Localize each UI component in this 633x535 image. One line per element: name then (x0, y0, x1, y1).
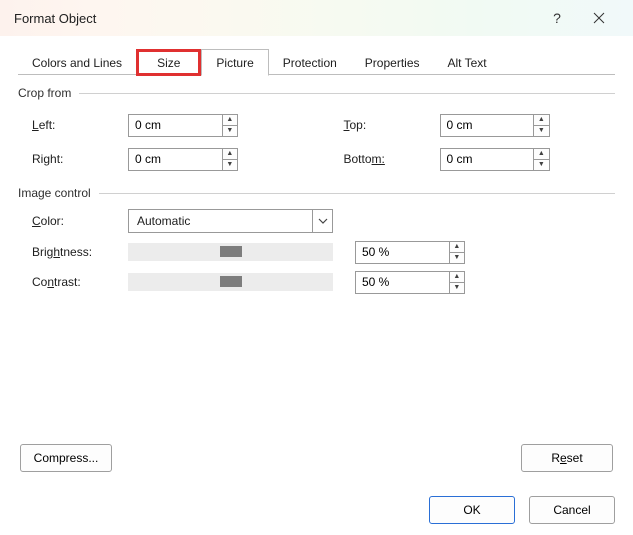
contrast-up[interactable]: ▲ (450, 272, 464, 283)
close-button[interactable] (577, 3, 621, 33)
crop-left-up[interactable]: ▲ (223, 115, 237, 126)
group-crop-from: Crop from (18, 86, 615, 100)
dialog-titlebar: Format Object ? (0, 0, 633, 36)
crop-right-field[interactable] (129, 149, 222, 170)
compress-button[interactable]: Compress... (20, 444, 112, 472)
color-label: Color: (32, 214, 118, 228)
tab-properties[interactable]: Properties (351, 49, 434, 76)
crop-bottom-down[interactable]: ▼ (534, 160, 548, 170)
crop-bottom-input[interactable]: ▲▼ (440, 148, 550, 171)
dialog-title: Format Object (14, 11, 537, 26)
crop-right-input[interactable]: ▲▼ (128, 148, 238, 171)
dialog-button-bar: OK Cancel (0, 486, 633, 524)
brightness-label: Brightness: (32, 245, 118, 259)
contrast-slider[interactable] (128, 273, 333, 291)
crop-top-input[interactable]: ▲▼ (440, 114, 550, 137)
tab-picture[interactable]: Picture (201, 49, 268, 76)
group-crop-from-label: Crop from (18, 86, 71, 100)
brightness-input[interactable]: ▲▼ (355, 241, 465, 264)
tabstrip: Colors and Lines Size Picture Protection… (18, 48, 615, 76)
crop-bottom-label: Bottom: (344, 152, 430, 166)
divider (79, 93, 615, 94)
crop-left-label: Left: (32, 118, 118, 132)
crop-top-down[interactable]: ▼ (534, 126, 548, 136)
color-select[interactable]: Automatic (128, 209, 333, 233)
crop-top-up[interactable]: ▲ (534, 115, 548, 126)
crop-right-up[interactable]: ▲ (223, 149, 237, 160)
close-icon (593, 12, 605, 24)
divider (99, 193, 615, 194)
brightness-down[interactable]: ▼ (450, 253, 464, 263)
crop-right-label: Right: (32, 152, 118, 166)
color-select-dropdown[interactable] (312, 210, 332, 232)
cancel-button[interactable]: Cancel (529, 496, 615, 524)
brightness-up[interactable]: ▲ (450, 242, 464, 253)
ok-button[interactable]: OK (429, 496, 515, 524)
crop-top-field[interactable] (441, 115, 534, 136)
crop-bottom-up[interactable]: ▲ (534, 149, 548, 160)
crop-left-down[interactable]: ▼ (223, 126, 237, 136)
contrast-label: Contrast: (32, 275, 118, 289)
brightness-slider[interactable] (128, 243, 333, 261)
color-select-value: Automatic (129, 214, 312, 228)
contrast-down[interactable]: ▼ (450, 283, 464, 293)
dialog-body: Colors and Lines Size Picture Protection… (0, 36, 633, 486)
tab-alt-text[interactable]: Alt Text (434, 49, 501, 76)
reset-button[interactable]: Reset (521, 444, 613, 472)
help-button[interactable]: ? (537, 3, 577, 33)
tab-colors-and-lines[interactable]: Colors and Lines (18, 49, 136, 76)
tab-protection[interactable]: Protection (269, 49, 351, 76)
contrast-field[interactable] (356, 272, 449, 293)
brightness-field[interactable] (356, 242, 449, 263)
brightness-slider-thumb[interactable] (220, 246, 242, 257)
crop-bottom-field[interactable] (441, 149, 534, 170)
crop-right-down[interactable]: ▼ (223, 160, 237, 170)
contrast-slider-thumb[interactable] (220, 276, 242, 287)
tab-size[interactable]: Size (136, 49, 201, 76)
crop-left-field[interactable] (129, 115, 222, 136)
group-image-control: Image control (18, 186, 615, 200)
crop-top-label: Top: (344, 118, 430, 132)
group-image-control-label: Image control (18, 186, 91, 200)
crop-left-input[interactable]: ▲▼ (128, 114, 238, 137)
contrast-input[interactable]: ▲▼ (355, 271, 465, 294)
chevron-down-icon (318, 218, 328, 224)
